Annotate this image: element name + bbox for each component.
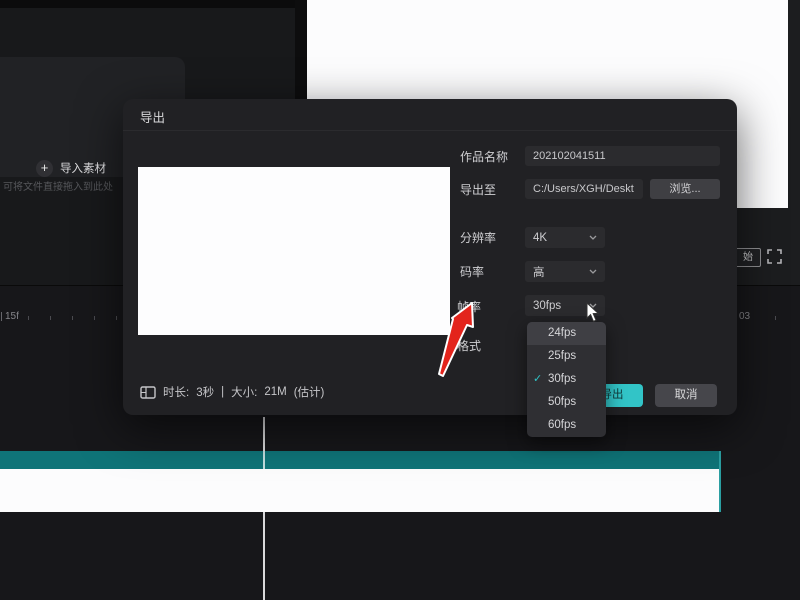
size-value: 21M xyxy=(264,386,286,398)
duration-value: 3秒 xyxy=(196,384,214,400)
cancel-button[interactable]: 取消 xyxy=(655,384,717,407)
export-info: 时长: 3秒 | 大小: 21M (估计) xyxy=(140,384,324,400)
ruler-tick xyxy=(116,316,117,320)
browse-button[interactable]: 浏览... xyxy=(650,179,720,199)
path-label: 导出至 xyxy=(460,181,496,198)
ruler-label-left: 15f xyxy=(5,311,19,322)
name-label: 作品名称 xyxy=(460,148,508,165)
resolution-value: 4K xyxy=(533,232,547,244)
resolution-label: 分辨率 xyxy=(460,229,496,246)
ruler-tick xyxy=(1,312,2,321)
bitrate-value: 高 xyxy=(533,264,545,280)
info-divider: | xyxy=(221,386,224,398)
name-input[interactable] xyxy=(525,146,720,166)
clip-body xyxy=(0,469,719,512)
film-icon xyxy=(140,386,156,399)
path-input[interactable] xyxy=(525,179,643,199)
import-material-button[interactable]: + 导入素材 xyxy=(36,159,106,177)
ratio-button[interactable]: 始 xyxy=(735,248,761,267)
fps-option-25[interactable]: 25fps xyxy=(527,345,606,368)
fps-option-24[interactable]: 24fps xyxy=(527,322,606,345)
ruler-tick xyxy=(775,316,776,320)
ruler-tick xyxy=(94,316,95,320)
size-note: (估计) xyxy=(294,384,325,400)
drop-hint-text: 可将文件直接拖入到此处 xyxy=(3,178,113,193)
dialog-header: 导出 xyxy=(123,99,737,131)
export-dialog: 导出 作品名称 导出至 浏览... 分辨率 4K 码率 高 帧率 30fps 格… xyxy=(123,99,737,415)
import-material-label: 导入素材 xyxy=(60,160,106,176)
fps-value: 30fps xyxy=(533,300,561,312)
ruler-tick xyxy=(28,316,29,320)
check-icon: ✓ xyxy=(533,368,542,391)
fps-select[interactable]: 30fps xyxy=(525,295,605,316)
chevron-down-icon xyxy=(589,269,597,274)
playhead-over-clip xyxy=(263,451,265,469)
fullscreen-icon[interactable] xyxy=(767,249,782,264)
bitrate-select[interactable]: 高 xyxy=(525,261,605,282)
dialog-title: 导出 xyxy=(140,107,165,126)
size-label: 大小: xyxy=(231,384,257,400)
clip-header xyxy=(0,451,719,469)
video-clip[interactable] xyxy=(0,451,721,512)
duration-label: 时长: xyxy=(163,384,189,400)
chevron-down-icon xyxy=(589,303,597,308)
ruler-tick xyxy=(50,316,51,320)
chevron-down-icon xyxy=(589,235,597,240)
ruler-tick xyxy=(72,316,73,320)
resolution-select[interactable]: 4K xyxy=(525,227,605,248)
fps-option-50[interactable]: 50fps xyxy=(527,391,606,414)
fps-dropdown-menu: 24fps 25fps ✓ 30fps 50fps 60fps xyxy=(527,322,606,437)
format-label: 格式 xyxy=(457,337,481,354)
ruler-label-right: 03 xyxy=(739,311,750,322)
export-preview-thumbnail xyxy=(138,167,450,335)
bitrate-label: 码率 xyxy=(460,263,484,280)
fps-option-60[interactable]: 60fps xyxy=(527,414,606,437)
fps-label: 帧率 xyxy=(457,298,481,315)
top-strip xyxy=(0,0,307,8)
plus-icon: + xyxy=(36,160,53,177)
fps-option-30[interactable]: ✓ 30fps xyxy=(527,368,606,391)
